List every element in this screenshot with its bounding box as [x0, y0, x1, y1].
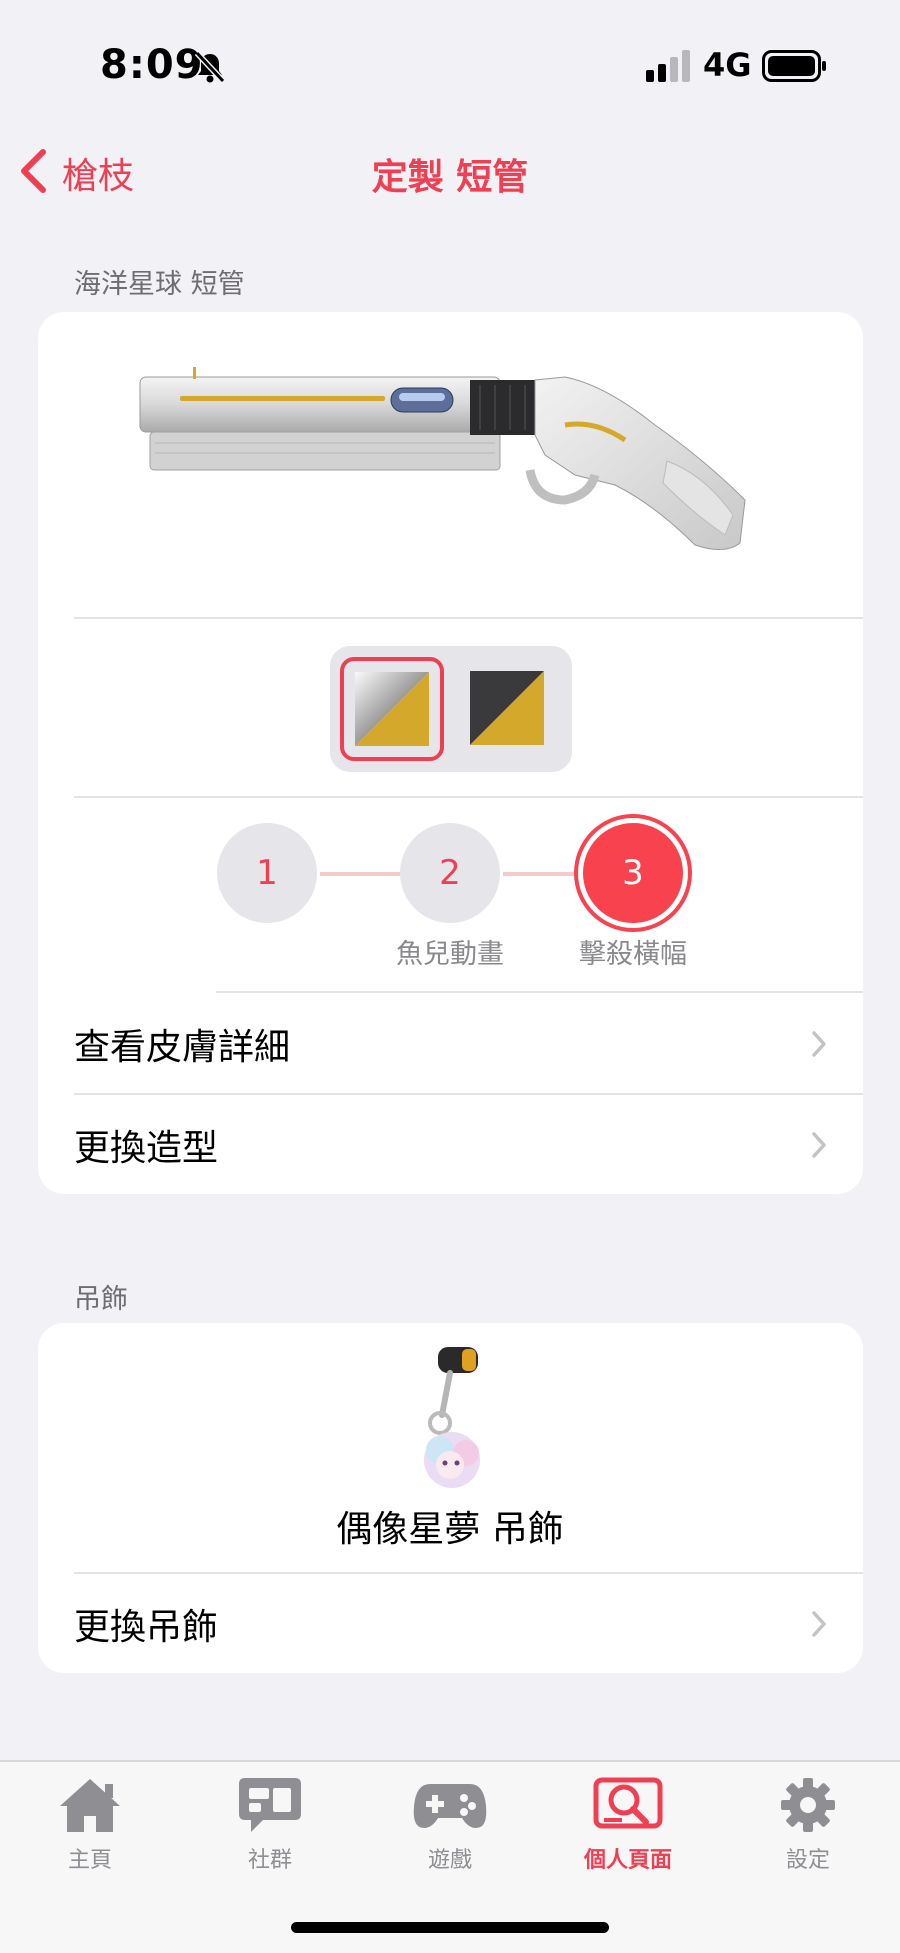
status-time: 8:09: [100, 42, 204, 88]
gear-icon: [778, 1776, 838, 1838]
charm-image: [410, 1345, 500, 1499]
weapon-image: [135, 365, 755, 569]
variant-selector: [330, 646, 572, 772]
chevron-left-icon: [18, 148, 48, 198]
row-label: 更換吊飾: [74, 1607, 219, 1648]
chevron-right-icon: [811, 1030, 827, 1062]
change-style-row[interactable]: 更換造型: [38, 1095, 863, 1195]
tab-profile[interactable]: 個人頁面: [558, 1776, 698, 1886]
tab-label: 主頁: [67, 1848, 112, 1873]
home-indicator: [291, 1922, 609, 1933]
battery-icon: [762, 50, 828, 86]
gamepad-icon: [412, 1776, 488, 1838]
row-label: 查看皮膚詳細: [74, 1027, 291, 1068]
row-label: 更換造型: [74, 1128, 219, 1169]
home-icon: [57, 1776, 123, 1838]
chevron-right-icon: [811, 1131, 827, 1163]
tab-home[interactable]: 主頁: [20, 1776, 160, 1886]
step-1[interactable]: 1: [217, 823, 317, 923]
signal-icon: [646, 50, 694, 86]
tab-label: 個人頁面: [583, 1848, 672, 1873]
page-title: 定製 短管: [371, 157, 529, 198]
divider: [74, 796, 863, 798]
tab-community[interactable]: 社群: [200, 1776, 340, 1886]
divider: [216, 991, 863, 993]
divider: [74, 617, 863, 619]
tab-label: 設定: [785, 1848, 830, 1873]
step-connector: [503, 872, 583, 876]
step-3-caption: 擊殺橫幅: [579, 939, 687, 970]
step-2-caption: 魚兒動畫: [396, 939, 504, 970]
status-bar: 8:09 4G: [0, 0, 900, 120]
step-3[interactable]: 3: [583, 823, 683, 923]
step-connector: [320, 872, 400, 876]
silent-bell-icon: [193, 50, 227, 88]
chevron-right-icon: [811, 1610, 827, 1642]
tab-games[interactable]: 遊戲: [380, 1776, 520, 1886]
chat-icon: [237, 1776, 303, 1838]
view-skin-details-row[interactable]: 查看皮膚詳細: [38, 994, 863, 1094]
profile-search-icon: [592, 1776, 664, 1838]
back-button[interactable]: 槍枝: [18, 148, 134, 198]
charm-name: 偶像星夢 吊飾: [336, 1509, 564, 1550]
variant-swatch-dark-gold[interactable]: [458, 659, 556, 757]
variant-swatch-silver-gold[interactable]: [340, 657, 444, 761]
step-2[interactable]: 2: [400, 823, 500, 923]
tab-label: 社群: [247, 1848, 292, 1873]
tab-label: 遊戲: [427, 1848, 472, 1873]
weapon-section-label: 海洋星球 短管: [74, 269, 245, 300]
charm-section-label: 吊飾: [74, 1284, 128, 1315]
network-type: 4G: [703, 46, 752, 84]
change-charm-row[interactable]: 更換吊飾: [38, 1574, 863, 1674]
back-label: 槍枝: [62, 156, 135, 197]
tab-settings[interactable]: 設定: [738, 1776, 878, 1886]
